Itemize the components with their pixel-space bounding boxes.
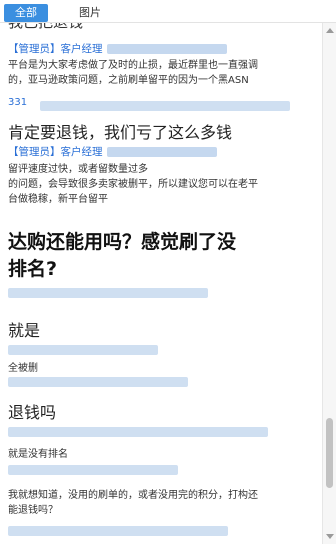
message-line: 平台是为大家考虑做了及时的止损，最近群里也一直强调 xyxy=(8,60,258,71)
redacted-text xyxy=(8,345,158,355)
reply-sub-text: 就是没有排名 xyxy=(8,449,68,460)
admin-sender: 【管理员】客户经理 xyxy=(8,146,103,158)
redacted-text xyxy=(8,427,268,437)
cut-off-message: 我已把退钱 xyxy=(8,23,83,32)
reply-message: 就是 xyxy=(8,321,41,340)
tab-images[interactable]: 图片 xyxy=(70,4,110,22)
user-question: 达购还能用吗？感觉刷了没 排名? xyxy=(8,229,236,283)
message-line: 能退钱吗？ xyxy=(8,505,58,516)
admin-sender: 【管理员】客户经理 xyxy=(8,43,103,55)
message-line: 台做稳稼，新平台留平 xyxy=(8,194,108,205)
chat-thread: 我已把退钱 【管理员】客户经理 平台是为大家考虑做了及时的止损，最近群里也一直强… xyxy=(0,23,322,544)
message-line: 我就想知道，没用的刷单的，或者没用完的积分，打构还 xyxy=(8,490,258,501)
message-line: 留评速度过快，或者留数量过多 xyxy=(8,164,148,175)
reply-sub-text: 全被删 xyxy=(8,363,38,374)
admin-message: 平台是为大家考虑做了及时的止损，最近群里也一直强调 的，亚马逊政策问题，之前刷单… xyxy=(8,58,314,88)
message-line: 的问题，会导致很多卖家被删平，所以建议您可以在老平 xyxy=(8,179,258,190)
question-line: 排名? xyxy=(8,258,58,280)
scroll-up-arrow-icon[interactable] xyxy=(326,28,334,33)
scroll-down-arrow-icon[interactable] xyxy=(326,534,334,539)
admin-sender-line: 【管理员】客户经理 xyxy=(8,144,217,159)
user-message: 我就想知道，没用的刷单的，或者没用完的积分，打构还 能退钱吗？ xyxy=(8,488,314,518)
tab-bar: 全部 图片 xyxy=(0,0,336,23)
redacted-name xyxy=(106,147,217,157)
admin-message: 留评速度过快，或者留数量过多 的问题，会导致很多卖家被删平，所以建议您可以在老平… xyxy=(8,162,314,207)
reply-message: 退钱吗 xyxy=(8,403,57,422)
redacted-text xyxy=(8,288,208,298)
redacted-text xyxy=(8,526,228,536)
message-line: 的，亚马逊政策问题，之前刷单留平的因为一个黑ASN xyxy=(8,75,249,86)
user-message: 肯定要退钱，我们亏了这么多钱 xyxy=(8,123,233,142)
message-number: 331 xyxy=(8,97,28,108)
tab-all[interactable]: 全部 xyxy=(4,4,48,22)
redacted-text xyxy=(40,101,290,111)
question-line: 达购还能用吗？感觉刷了没 xyxy=(8,231,237,253)
vertical-scrollbar[interactable] xyxy=(322,23,336,544)
redacted-text xyxy=(8,377,188,387)
redacted-name xyxy=(106,44,227,54)
admin-sender-line: 【管理员】客户经理 xyxy=(8,41,227,56)
scrollbar-thumb[interactable] xyxy=(326,418,333,488)
redacted-text xyxy=(8,465,178,475)
